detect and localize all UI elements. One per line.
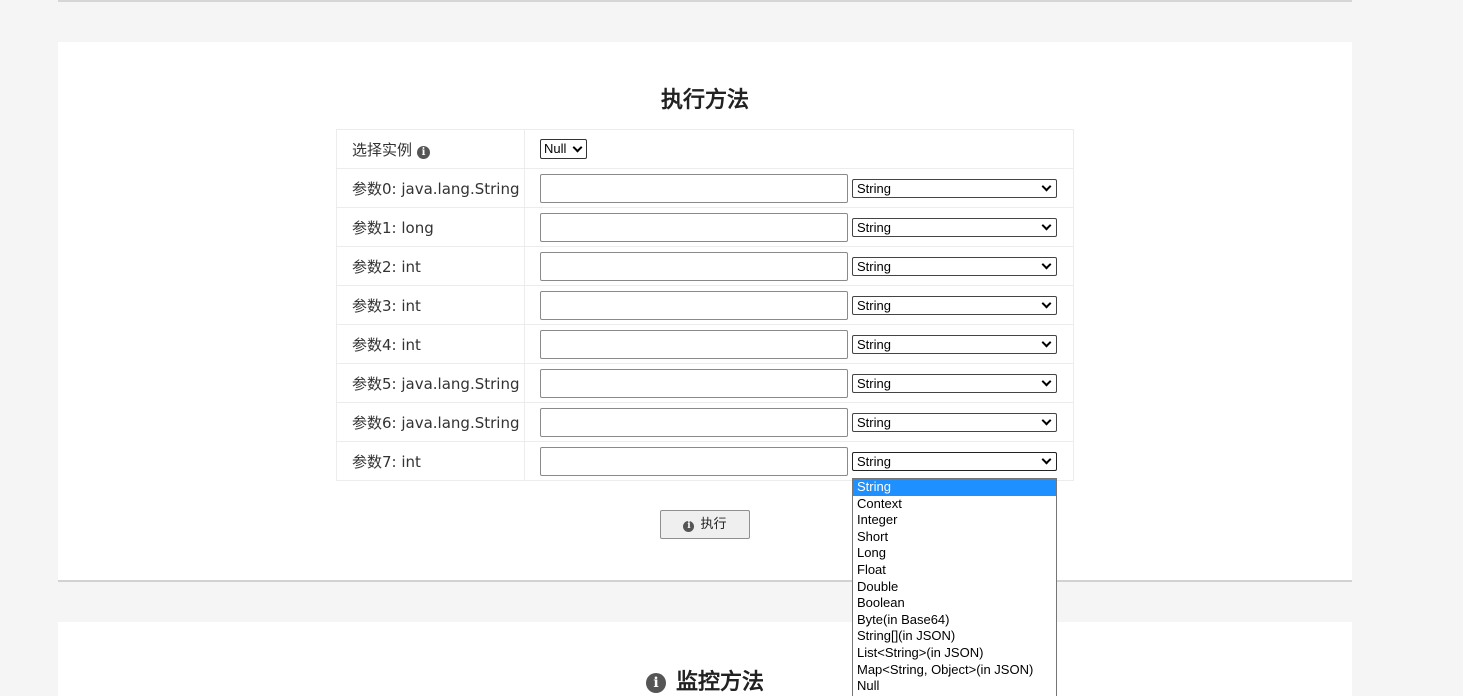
param-label: 参数7: int [336,441,525,481]
param-label: 参数3: int [336,285,525,325]
dropdown-option[interactable]: Boolean [853,595,1056,612]
info-icon: i [645,673,666,693]
chevron-down-icon [1041,337,1052,347]
param-value-input[interactable] [540,251,848,281]
monitor-method-panel: i 监控方法 [58,622,1352,696]
param-type-select[interactable]: String [852,334,1057,354]
execute-method-panel: 执行方法 选择实例 i Null 参数0: java.lang.String St… [58,42,1352,582]
param-type-value: String [857,375,891,391]
chevron-down-icon [1041,376,1052,386]
param-type-value: String [857,336,891,352]
chevron-down-icon [1041,298,1052,308]
execute-button-label: 执行 [700,517,727,532]
dropdown-option[interactable]: String[](in JSON) [853,628,1056,645]
param-row-0: 参数0: java.lang.String String [336,168,1074,208]
dropdown-option[interactable]: Null [853,678,1056,695]
param-label: 参数4: int [336,324,525,364]
param-input-cell: String [524,285,1074,325]
instance-row: 选择实例 i Null [336,129,1074,169]
info-icon[interactable]: i [417,145,431,159]
param-type-select[interactable]: String [852,178,1057,198]
type-dropdown-list: String Context Integer Short Long Float … [852,478,1057,696]
param-row-2: 参数2: int String [336,246,1074,286]
chevron-down-icon [1041,220,1052,230]
param-input-cell: String [524,246,1074,286]
dropdown-option[interactable]: Byte(in Base64) [853,612,1056,629]
instance-label: 选择实例 [352,140,413,159]
param-type-value: String [857,297,891,313]
param-label: 参数1: long [336,207,525,247]
param-row-5: 参数5: java.lang.String String [336,363,1074,403]
panel-title: 执行方法 [660,88,749,113]
param-value-input[interactable] [540,368,848,398]
instance-select-value: Null [544,141,567,156]
chevron-down-icon [1041,181,1052,191]
param-type-select[interactable]: String [852,451,1057,471]
param-input-cell: String [524,402,1074,442]
param-row-6: 参数6: java.lang.String String [336,402,1074,442]
instance-label-cell: 选择实例 i [336,129,525,169]
param-label: 参数5: java.lang.String [336,363,525,403]
dropdown-option[interactable]: Context [853,496,1056,513]
monitor-title: 监控方法 [675,670,764,695]
param-type-value: String [857,453,891,469]
execute-button[interactable]: i 执行 [660,510,750,539]
params-table: 选择实例 i Null 参数0: java.lang.String String … [336,129,1074,481]
param-type-value: String [857,180,891,196]
page: 执行方法 选择实例 i Null 参数0: java.lang.String St… [0,0,1463,696]
param-row-1: 参数1: long String [336,207,1074,247]
param-input-cell: String [524,441,1074,481]
dropdown-option[interactable]: Integer [853,512,1056,529]
param-type-value: String [857,414,891,430]
instance-select[interactable]: Null [540,139,588,159]
dropdown-option[interactable]: Double [853,579,1056,596]
instance-input-cell: Null [524,129,1074,169]
param-label: 参数2: int [336,246,525,286]
param-type-select[interactable]: String [852,217,1057,237]
param-input-cell: String [524,207,1074,247]
param-row-3: 参数3: int String [336,285,1074,325]
param-type-select[interactable]: String [852,256,1057,276]
chevron-down-icon [1041,259,1052,269]
param-type-value: String [857,219,891,235]
param-value-input[interactable] [540,173,848,203]
param-input-cell: String [524,324,1074,364]
param-label: 参数6: java.lang.String [336,402,525,442]
dropdown-option[interactable]: Short [853,529,1056,546]
panel-title: i 监控方法 [58,664,1352,696]
chevron-down-icon [1041,415,1052,425]
chevron-down-icon [1041,454,1052,464]
dropdown-option[interactable]: Map<String, Object>(in JSON) [853,662,1056,679]
top-divider [58,0,1352,2]
param-row-7: 参数7: int String [336,441,1074,481]
param-label: 参数0: java.lang.String [336,168,525,208]
param-value-input[interactable] [540,212,848,242]
param-row-4: 参数4: int String [336,324,1074,364]
param-type-value: String [857,258,891,274]
chevron-down-icon [572,142,583,153]
dropdown-option[interactable]: Float [853,562,1056,579]
param-value-input[interactable] [540,329,848,359]
info-icon: i [683,521,695,532]
dropdown-option[interactable]: List<String>(in JSON) [853,645,1056,662]
dropdown-option[interactable]: Long [853,545,1056,562]
param-input-cell: String [524,168,1074,208]
param-value-input[interactable] [540,407,848,437]
param-value-input[interactable] [540,290,848,320]
param-type-select[interactable]: String [852,412,1057,432]
dropdown-option[interactable]: String [853,479,1056,496]
param-value-input[interactable] [540,446,848,476]
param-input-cell: String [524,363,1074,403]
param-type-select[interactable]: String [852,373,1057,393]
param-type-select[interactable]: String [852,295,1057,315]
